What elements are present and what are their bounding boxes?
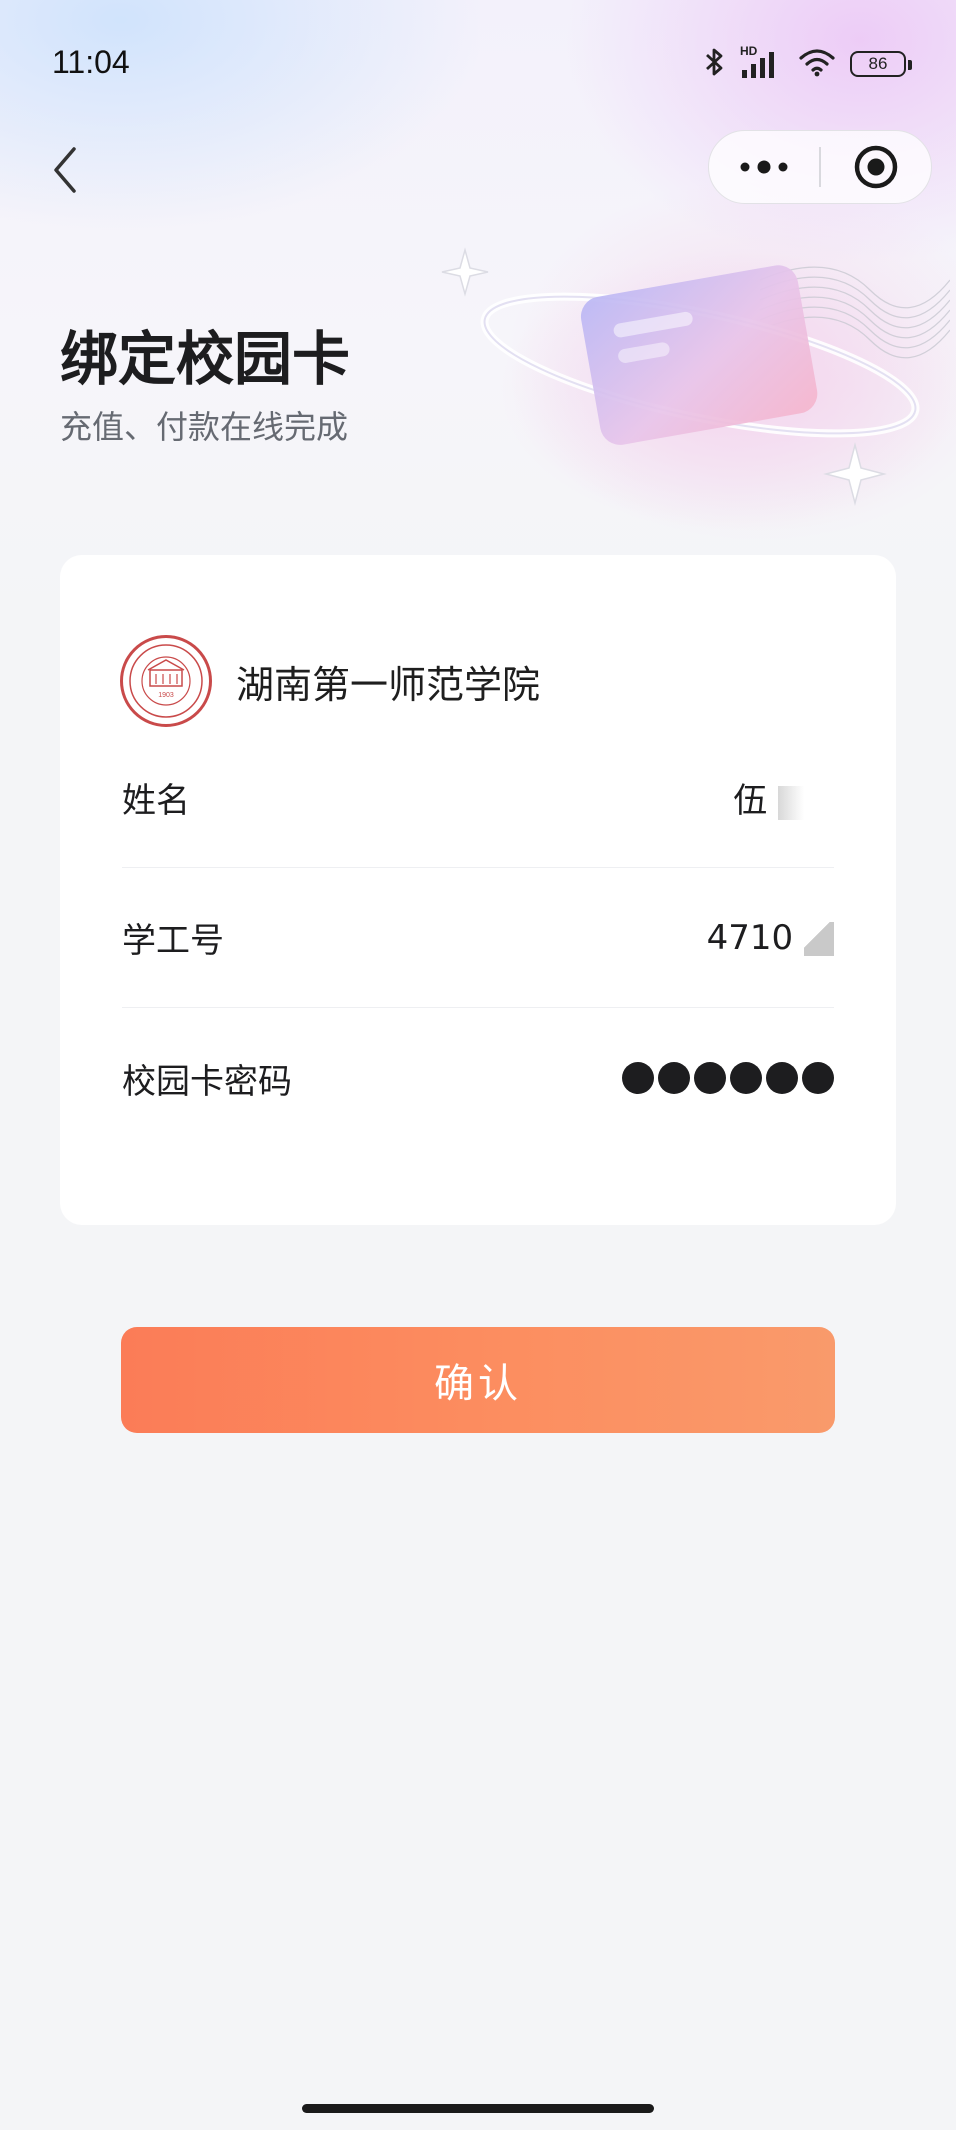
card-password-label: 校园卡密码 (122, 1061, 292, 1102)
logo-year: 1903 (158, 692, 174, 699)
student-id-row: 学工号 4710 (122, 868, 834, 1008)
password-dot (622, 1062, 654, 1094)
page-subtitle: 充值、付款在线完成 (60, 408, 349, 446)
home-indicator (302, 2104, 654, 2113)
bluetooth-icon (704, 46, 726, 82)
page-title: 绑定校园卡 (60, 325, 351, 393)
status-bar: 11:04 HD 86 (0, 0, 956, 120)
wifi-icon (798, 47, 836, 81)
battery-icon: 86 (850, 51, 912, 77)
password-dot (802, 1062, 834, 1094)
more-dots-icon (740, 160, 788, 174)
campus-card-illustration (430, 240, 956, 540)
status-icons: HD 86 (704, 44, 912, 82)
card-password-input[interactable] (622, 1062, 834, 1094)
name-value-text: 伍 (733, 781, 768, 821)
target-circle-icon (854, 145, 898, 189)
bind-card-form: 1903 湖南第一师范学院 姓名 伍 学工号 4710 校园卡密码 (60, 555, 896, 1225)
name-row: 姓名 伍 (122, 728, 834, 868)
status-time: 11:04 (52, 44, 130, 80)
name-redaction (778, 785, 804, 820)
back-button[interactable] (40, 140, 90, 200)
confirm-button[interactable]: 确认 (121, 1327, 835, 1433)
student-id-value-text: 4710 (706, 917, 794, 958)
more-button[interactable] (709, 131, 819, 203)
school-row: 1903 湖南第一师范学院 (120, 635, 540, 727)
password-dot (730, 1062, 762, 1094)
password-dot (694, 1062, 726, 1094)
password-dot (766, 1062, 798, 1094)
school-logo: 1903 (120, 635, 212, 727)
name-value: 伍 (733, 773, 804, 822)
close-mini-program-button[interactable] (821, 131, 931, 203)
password-dot (658, 1062, 690, 1094)
student-id-label: 学工号 (122, 921, 224, 961)
mini-program-capsule (708, 130, 932, 204)
name-label: 姓名 (122, 781, 190, 821)
student-id-value: 4710 (707, 918, 834, 958)
school-name: 湖南第一师范学院 (236, 662, 541, 707)
signal-icon: HD (740, 44, 784, 80)
student-id-redaction (804, 922, 834, 956)
chevron-left-icon (54, 147, 76, 193)
battery-level: 86 (868, 54, 888, 73)
card-password-row: 校园卡密码 (122, 1008, 834, 1148)
